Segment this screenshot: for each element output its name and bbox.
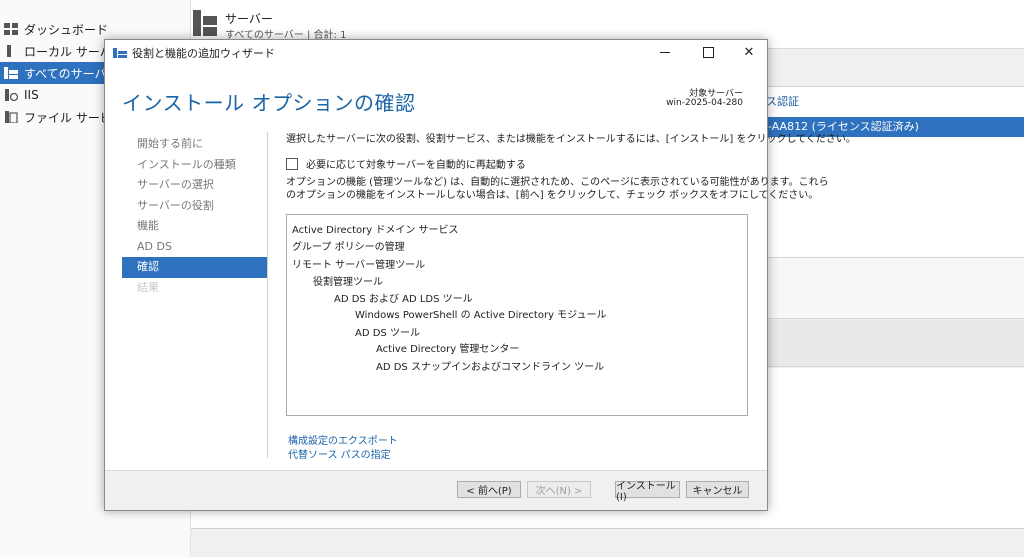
feature-item: AD DS ツール bbox=[355, 328, 420, 339]
features-list[interactable]: Active Directory ドメイン サービス グループ ポリシーの管理 … bbox=[286, 214, 748, 416]
maximize-icon bbox=[702, 46, 714, 58]
target-server-name: win-2025-04-280 bbox=[666, 98, 743, 108]
dashboard-icon bbox=[4, 23, 18, 35]
note-line: オプションの機能 (管理ツールなど) は、自動的に選択されため、このページに表示… bbox=[286, 177, 829, 188]
wizard-footer: < 前へ(P) 次へ(N) > インストール(I) キャンセル bbox=[105, 470, 767, 510]
feature-item: リモート サーバー管理ツール bbox=[292, 260, 426, 271]
restart-option[interactable]: 必要に応じて対象サーバーを自動的に再起動する bbox=[286, 156, 526, 171]
sidebar-item-label: IIS bbox=[24, 88, 39, 102]
page-heading: インストール オプションの確認 bbox=[122, 91, 416, 115]
restart-checkbox-label[interactable]: 必要に応じて対象サーバーを自動的に再起動する bbox=[306, 156, 526, 171]
feature-item: グループ ポリシーの管理 bbox=[292, 242, 405, 253]
feature-item: AD DS および AD LDS ツール bbox=[334, 294, 473, 305]
step-installation-type[interactable]: インストールの種類 bbox=[122, 155, 267, 176]
restart-checkbox[interactable] bbox=[286, 157, 298, 170]
feature-item: Active Directory ドメイン サービス bbox=[292, 225, 459, 236]
title-bar[interactable]: 役割と機能の追加ウィザード ✕ bbox=[105, 40, 767, 64]
note-line: のオプションの機能をインストールしない場合は、[前へ] をクリックして、チェック… bbox=[286, 190, 819, 201]
window-title: 役割と機能の追加ウィザード bbox=[132, 47, 275, 60]
feature-item: AD DS スナップインおよびコマンドライン ツール bbox=[376, 362, 605, 373]
step-server-selection[interactable]: サーバーの選択 bbox=[122, 175, 267, 196]
previous-button[interactable]: < 前へ(P) bbox=[457, 481, 521, 498]
install-button[interactable]: インストール(I) bbox=[615, 481, 680, 503]
all-servers-icon bbox=[4, 67, 18, 79]
feature-item: 役割管理ツール bbox=[313, 277, 383, 288]
iis-icon bbox=[5, 89, 18, 101]
wizard-steps: 開始する前に インストールの種類 サーバーの選択 サーバーの役割 機能 AD D… bbox=[122, 134, 267, 298]
intro-text: 選択したサーバーに次の役割、役割サービス、または機能をインストールするには、[イ… bbox=[286, 134, 856, 145]
sidebar-item-dashboard[interactable]: ダッシュボード bbox=[0, 18, 190, 40]
step-before-you-begin[interactable]: 開始する前に bbox=[122, 134, 267, 155]
close-button[interactable]: ✕ bbox=[729, 40, 769, 64]
step-confirmation[interactable]: 確認 bbox=[122, 257, 267, 278]
servers-icon bbox=[193, 10, 217, 36]
close-icon: ✕ bbox=[743, 44, 755, 60]
step-server-roles[interactable]: サーバーの役割 bbox=[122, 196, 267, 217]
step-ad-ds[interactable]: AD DS bbox=[122, 237, 267, 258]
column-header-license[interactable]: ス認証 bbox=[766, 93, 799, 109]
step-features[interactable]: 機能 bbox=[122, 216, 267, 237]
next-button: 次へ(N) > bbox=[527, 481, 591, 498]
minimize-icon bbox=[660, 51, 670, 53]
server-manager-app-icon bbox=[113, 48, 127, 58]
local-server-icon bbox=[7, 45, 11, 57]
feature-item: Windows PowerShell の Active Directory モジ… bbox=[355, 310, 607, 321]
maximize-button[interactable] bbox=[688, 40, 728, 64]
cancel-button[interactable]: キャンセル bbox=[686, 481, 749, 498]
file-services-icon bbox=[5, 111, 18, 123]
export-config-link[interactable]: 構成設定のエクスポート bbox=[288, 432, 398, 447]
optional-features-note: オプションの機能 (管理ツールなど) は、自動的に選択されため、このページに表示… bbox=[286, 176, 829, 202]
alternate-source-link[interactable]: 代替ソース パスの指定 bbox=[288, 446, 391, 461]
sidebar-item-label: ダッシュボード bbox=[24, 22, 109, 37]
steps-divider bbox=[267, 132, 268, 458]
add-roles-wizard-dialog: 役割と機能の追加ウィザード ✕ インストール オプションの確認 対象サーバー w… bbox=[104, 39, 856, 511]
feature-item: Active Directory 管理センター bbox=[376, 344, 520, 355]
step-results: 結果 bbox=[137, 280, 159, 294]
minimize-button[interactable] bbox=[645, 40, 685, 64]
page-title: サーバー bbox=[225, 12, 273, 26]
